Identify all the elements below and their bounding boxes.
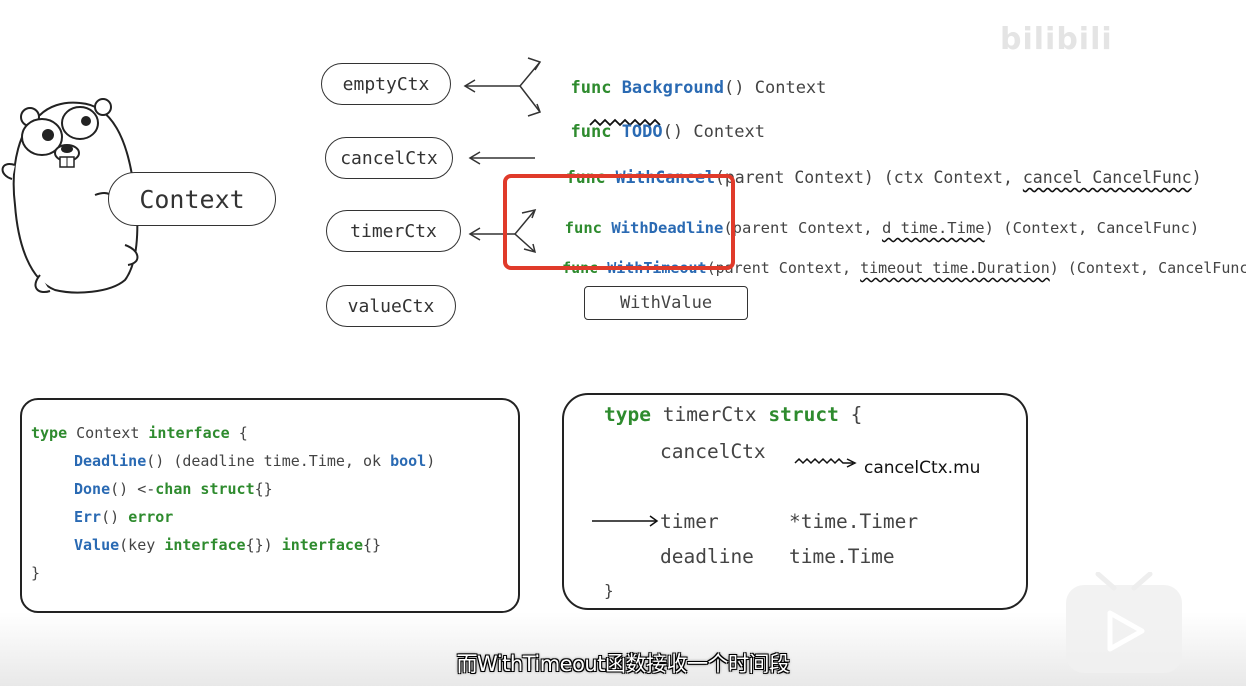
interface-line-close: }	[31, 564, 41, 582]
play-button[interactable]	[1066, 585, 1182, 673]
struct-note-mu: cancelCtx.mu	[864, 458, 981, 478]
func-background-name: Background	[621, 78, 725, 98]
type-bool: bool	[390, 452, 427, 470]
keyword-func: func	[570, 78, 612, 98]
struct-field-cancelctx: cancelCtx	[660, 440, 766, 463]
func-withcancel-rest: (parent Context) (ctx Context,	[714, 168, 1023, 187]
braces: {})	[245, 536, 282, 554]
keyword-chan-struct: chan struct	[155, 480, 255, 498]
func-withtimeout-end: ) (Context, CancelFunc)	[1049, 259, 1246, 277]
func-withtimeout-underlined: timeout time.Duration	[860, 259, 1050, 277]
keyword-error: error	[128, 508, 174, 526]
struct-name: timerCtx	[650, 403, 769, 426]
interface-name: Context	[67, 424, 149, 442]
tv-antenna-icon	[1095, 572, 1153, 591]
keyword-struct: struct	[768, 403, 839, 426]
method-value: Value	[74, 536, 120, 554]
func-withdeadline-rest: (parent Context,	[723, 219, 882, 237]
struct-field-timer: timer	[660, 510, 719, 533]
interface-line-done: Done() <-chan struct{}	[74, 480, 273, 498]
arrow-to-timer	[592, 515, 659, 527]
method-err: Err	[74, 508, 102, 526]
interface-line-err: Err() error	[74, 508, 173, 526]
func-todo-name: TODO	[621, 122, 663, 142]
func-withdeadline-end: ) (Context, CancelFunc)	[984, 219, 1200, 237]
keyword-type: type	[604, 403, 651, 426]
method-done: Done	[74, 480, 111, 498]
withvalue-box: WithValue	[584, 286, 748, 320]
keyword-func: func	[570, 122, 612, 142]
func-withdeadline-underlined: d time.Time	[881, 219, 985, 237]
method-deadline: Deadline	[74, 452, 147, 470]
sig-background: func Background() Context	[550, 58, 826, 98]
sig-todo: func TODO() Context	[550, 102, 765, 142]
interface-line-deadline: Deadline() (deadline time.Time, ok bool)	[74, 452, 435, 470]
struct-line-1: type timerCtx struct {	[604, 403, 862, 426]
interface-line-1: type Context interface {	[31, 424, 248, 442]
struct-field-deadline-type: time.Time	[789, 545, 895, 568]
struct-field-deadline: deadline	[660, 545, 754, 568]
method-done-sig: () <-	[110, 480, 156, 498]
struct-field-timer-type: *time.Timer	[789, 510, 919, 533]
method-deadline-sig: () (deadline time.Time, ok	[146, 452, 391, 470]
play-icon	[1107, 610, 1145, 652]
field-timer-name: timer	[660, 510, 719, 533]
method-value-sig: (key	[119, 536, 165, 554]
func-background-rest: () Context	[724, 78, 827, 98]
paren-close: )	[426, 452, 436, 470]
keyword-interface: interface	[281, 536, 363, 554]
keyword-type: type	[31, 424, 68, 442]
braces: {}	[363, 536, 382, 554]
squiggle-arrow	[794, 457, 857, 468]
struct-line-close: }	[604, 581, 614, 600]
highlight-box	[503, 174, 735, 270]
func-todo-rest: Context	[683, 122, 766, 142]
func-withcancel-underlined: cancel CancelFunc	[1022, 168, 1192, 187]
brace-open: {	[229, 424, 248, 442]
interface-line-value: Value(key interface{}) interface{}	[74, 536, 381, 554]
func-withcancel-end: )	[1191, 168, 1202, 187]
keyword-interface: interface	[148, 424, 230, 442]
keyword-interface: interface	[164, 536, 246, 554]
video-subtitle: 而WithTimeout函数接收一个时间段	[456, 652, 790, 676]
method-err-sig: ()	[101, 508, 129, 526]
field-deadline-name: deadline	[660, 545, 754, 568]
brace-open: {	[838, 403, 863, 426]
func-todo-paren: ()	[662, 122, 684, 142]
braces: {}	[254, 480, 273, 498]
